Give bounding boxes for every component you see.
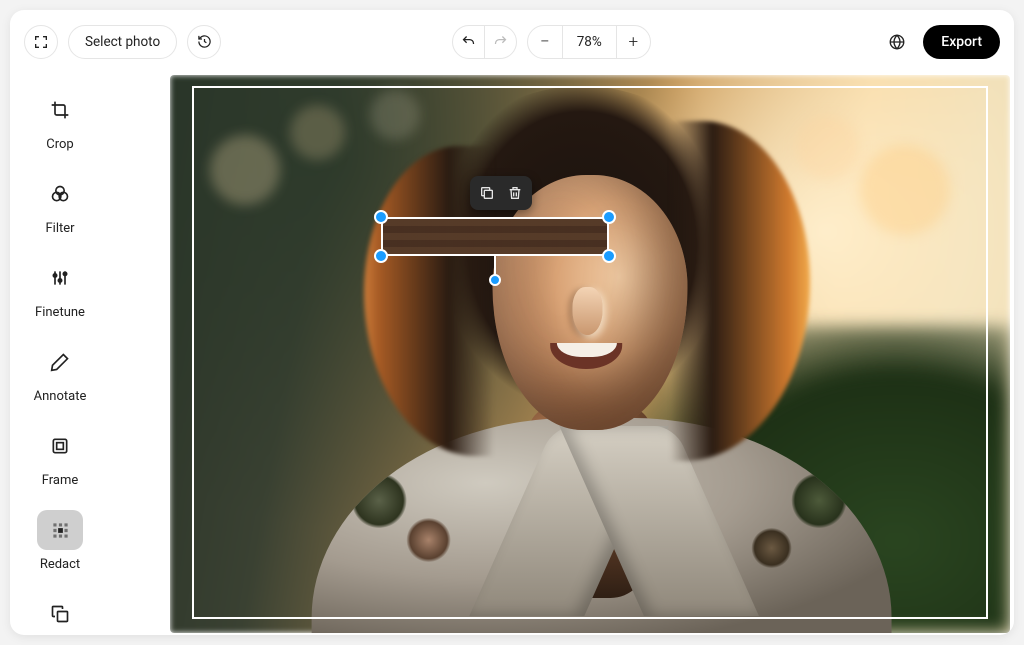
tool-filter[interactable]: Filter xyxy=(37,174,83,236)
redaction-selection[interactable] xyxy=(381,217,609,256)
redact-icon xyxy=(37,510,83,550)
tool-frame[interactable]: Frame xyxy=(37,426,83,488)
crop-icon xyxy=(37,90,83,130)
tool-redact[interactable]: Redact xyxy=(37,510,83,572)
trash-icon xyxy=(507,185,523,201)
tool-redact-label: Redact xyxy=(40,557,80,572)
history-icon xyxy=(197,34,212,49)
zoom-group: − 78% + xyxy=(527,25,651,59)
export-label: Export xyxy=(941,34,982,50)
zoom-value: 78% xyxy=(562,26,616,58)
redaction-area[interactable] xyxy=(381,217,609,256)
tool-sidebar: Crop Filter Finetune Annotate xyxy=(10,73,110,635)
editor-app: Select photo − 78% + xyxy=(10,10,1014,635)
canvas-area xyxy=(110,73,1014,635)
tool-crop[interactable]: Crop xyxy=(37,90,83,152)
resize-icon xyxy=(37,594,83,634)
tool-resize[interactable]: Resize xyxy=(37,594,83,635)
finetune-icon xyxy=(37,258,83,298)
undo-redo-group xyxy=(452,25,517,59)
annotate-icon xyxy=(37,342,83,382)
top-toolbar: Select photo − 78% + xyxy=(10,10,1014,73)
zoom-out-button[interactable]: − xyxy=(528,26,562,58)
history-button[interactable] xyxy=(187,25,221,59)
handle-bottom-left[interactable] xyxy=(374,249,388,263)
selection-toolbar xyxy=(470,176,532,210)
fullscreen-icon xyxy=(33,34,49,50)
duplicate-button[interactable] xyxy=(476,182,498,204)
handle-top-right[interactable] xyxy=(602,210,616,224)
toolbar-left: Select photo xyxy=(24,25,221,59)
globe-icon xyxy=(888,33,906,51)
language-button[interactable] xyxy=(881,26,913,58)
filter-icon xyxy=(37,174,83,214)
main-area: Crop Filter Finetune Annotate xyxy=(10,73,1014,635)
toolbar-center: − 78% + xyxy=(231,25,871,59)
toolbar-right: Export xyxy=(881,25,1000,59)
undo-button[interactable] xyxy=(453,26,484,58)
canvas[interactable] xyxy=(170,75,1010,633)
fullscreen-button[interactable] xyxy=(24,25,58,59)
redo-icon xyxy=(493,34,508,49)
tool-finetune[interactable]: Finetune xyxy=(35,258,85,320)
zoom-in-button[interactable]: + xyxy=(616,26,650,58)
select-photo-label: Select photo xyxy=(85,34,160,50)
undo-icon xyxy=(461,34,476,49)
handle-rotation[interactable] xyxy=(489,274,501,286)
select-photo-button[interactable]: Select photo xyxy=(68,25,177,59)
frame-icon xyxy=(37,426,83,466)
export-button[interactable]: Export xyxy=(923,25,1000,59)
photo-face xyxy=(493,175,688,430)
tool-crop-label: Crop xyxy=(46,137,73,152)
photo xyxy=(170,75,1010,633)
delete-button[interactable] xyxy=(504,182,526,204)
handle-bottom-right[interactable] xyxy=(602,249,616,263)
tool-annotate[interactable]: Annotate xyxy=(34,342,87,404)
tool-finetune-label: Finetune xyxy=(35,305,85,320)
tool-annotate-label: Annotate xyxy=(34,389,87,404)
tool-frame-label: Frame xyxy=(42,473,79,488)
handle-top-left[interactable] xyxy=(374,210,388,224)
redo-button[interactable] xyxy=(484,26,516,58)
tool-filter-label: Filter xyxy=(45,221,74,236)
duplicate-icon xyxy=(479,185,495,201)
